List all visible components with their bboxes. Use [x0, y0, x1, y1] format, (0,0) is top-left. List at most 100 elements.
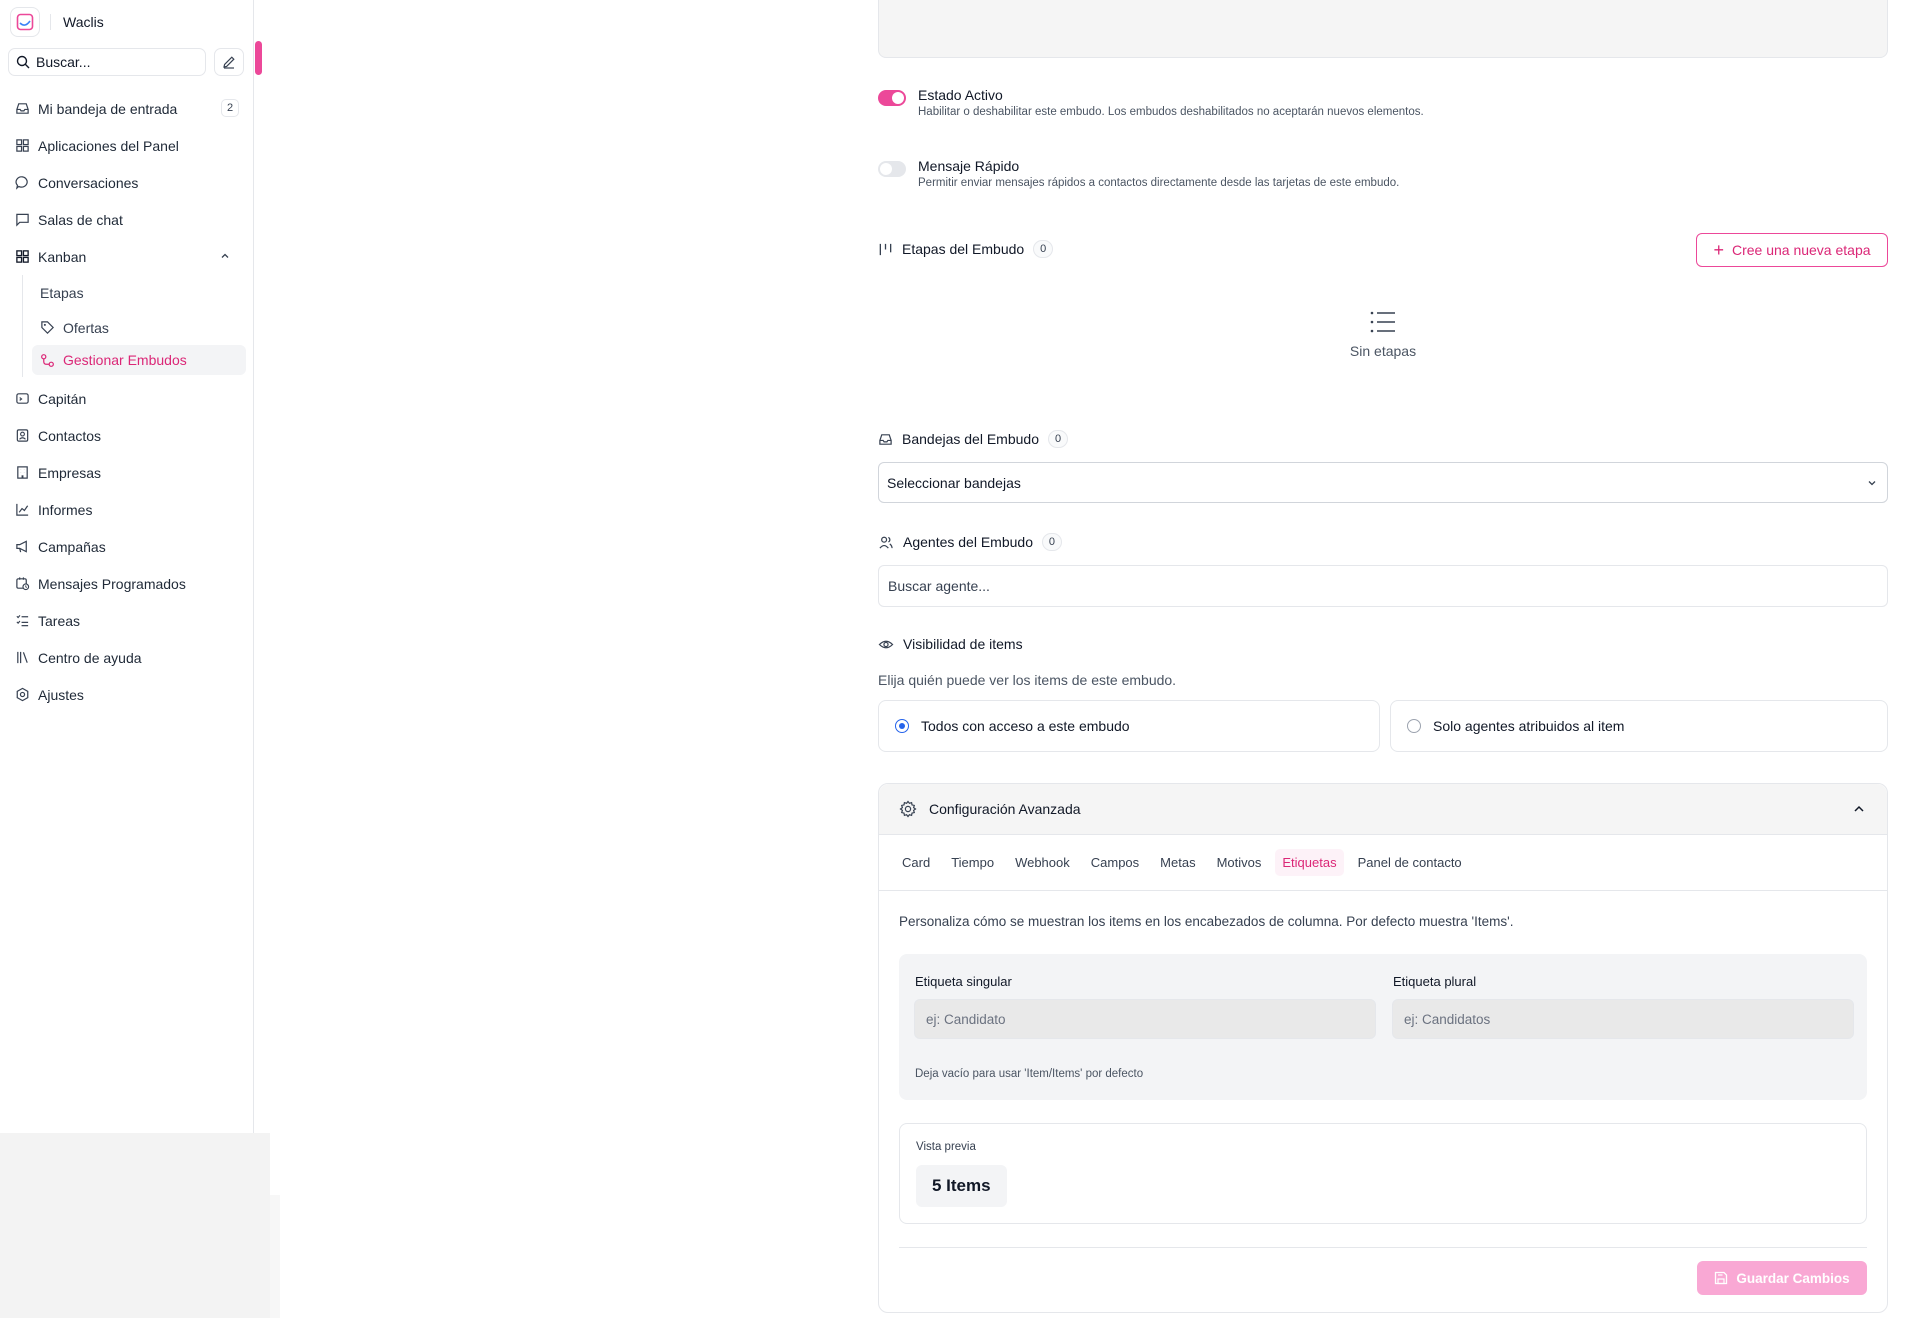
preview-label: Vista previa [916, 1141, 976, 1153]
agent-search-input[interactable] [878, 565, 1888, 607]
search-placeholder: Buscar... [36, 54, 91, 70]
sidebar-item-settings[interactable]: Ajustes [8, 676, 246, 713]
sidebar-item-label: Informes [38, 501, 93, 518]
sidebar-item-stages[interactable]: Etapas [32, 275, 246, 310]
sidebar-item-help-center[interactable]: Centro de ayuda [8, 639, 246, 676]
plus-icon: + [1713, 240, 1724, 260]
inbox-icon [16, 103, 29, 114]
app-logo[interactable] [10, 7, 40, 37]
eye-icon [878, 640, 894, 648]
inboxes-select[interactable]: Seleccionar bandejas [878, 462, 1888, 503]
singular-label-input[interactable] [914, 999, 1376, 1039]
sidebar-item-label: Ajustes [38, 686, 84, 703]
quick-message-title: Mensaje Rápido [918, 158, 1020, 174]
sidebar-item-campaigns[interactable]: Campañas [8, 528, 246, 565]
captain-icon [16, 393, 29, 404]
chevron-up-icon[interactable] [220, 251, 230, 261]
visibility-desc: Elija quién puede ver los items de este … [878, 672, 1177, 688]
compose-button[interactable] [214, 48, 244, 76]
sidebar-item-contacts[interactable]: Contactos [8, 417, 246, 454]
advanced-config-header[interactable]: Configuración Avanzada [879, 784, 1887, 835]
tab-webhook[interactable]: Webhook [1008, 849, 1077, 876]
sidebar-resize-handle[interactable] [255, 41, 262, 75]
quick-message-row: Mensaje Rápido Permitir enviar mensajes … [878, 158, 1399, 189]
sidebar-item-chat-rooms[interactable]: Salas de chat [8, 201, 246, 238]
sidebar-item-label: Mensajes Programados [38, 575, 186, 592]
apps-grid-icon [16, 139, 29, 152]
sidebar-search[interactable]: Buscar... [8, 48, 206, 76]
sidebar-item-conversations[interactable]: Conversaciones [8, 164, 246, 201]
tab-card[interactable]: Card [895, 849, 937, 876]
inboxes-count-badge: 0 [1048, 430, 1068, 448]
kanban-subnav: Etapas Ofertas Gestionar Embudos [22, 275, 246, 377]
contacts-icon [16, 429, 29, 442]
labels-description: Personaliza cómo se muestran los items e… [899, 914, 1514, 929]
stages-columns-icon [879, 243, 892, 255]
stages-title: Etapas del Embudo [902, 241, 1025, 257]
sidebar-item-tasks[interactable]: Tareas [8, 602, 246, 639]
sidebar-item-label: Salas de chat [38, 211, 123, 228]
visibility-header: Visibilidad de items [878, 636, 1023, 652]
tag-icon [41, 321, 54, 334]
stages-header: Etapas del Embudo 0 [878, 240, 1054, 258]
singular-label-title: Etiqueta singular [915, 974, 1012, 989]
visibility-option-all[interactable]: Todos con acceso a este embudo [878, 700, 1380, 752]
tab-etiquetas[interactable]: Etiquetas [1275, 849, 1344, 876]
sidebar-item-apps[interactable]: Aplicaciones del Panel [8, 127, 246, 164]
label-fields-panel: Etiqueta singular Etiqueta plural Deja v… [899, 954, 1867, 1100]
sidebar-item-manage-funnels[interactable]: Gestionar Embudos [32, 345, 246, 375]
advanced-divider [899, 1247, 1867, 1248]
active-state-toggle[interactable] [878, 90, 906, 106]
tab-campos[interactable]: Campos [1084, 849, 1146, 876]
tab-tiempo[interactable]: Tiempo [944, 849, 1001, 876]
preview-panel: Vista previa 5 Items [899, 1123, 1867, 1224]
quick-message-desc: Permitir enviar mensajes rápidos a conta… [918, 177, 1400, 189]
sidebar-item-label: Empresas [38, 464, 102, 481]
sidebar-item-companies[interactable]: Empresas [8, 454, 246, 491]
advanced-tabs: Card Tiempo Webhook Campos Metas Motivos… [879, 835, 1887, 891]
save-changes-button[interactable]: Guardar Cambios [1697, 1261, 1867, 1295]
library-icon [17, 651, 28, 664]
sidebar-item-reports[interactable]: Informes [8, 491, 246, 528]
tab-metas[interactable]: Metas [1153, 849, 1202, 876]
save-icon [1715, 1271, 1728, 1285]
new-stage-label: Cree una nueva etapa [1731, 242, 1871, 258]
sidebar-item-captain[interactable]: Capitán [8, 380, 246, 417]
visibility-option-assigned[interactable]: Solo agentes atribuidos al item [1390, 700, 1888, 752]
tab-motivos[interactable]: Motivos [1210, 849, 1269, 876]
sidebar-item-label: Tareas [38, 612, 81, 629]
sidebar-item-scheduled-messages[interactable]: Mensajes Programados [8, 565, 246, 602]
search-icon [16, 55, 30, 69]
funnel-icon [41, 353, 54, 367]
chart-line-icon [16, 503, 29, 516]
sidebar-item-label: Aplicaciones del Panel [38, 137, 179, 154]
sidebar-item-kanban[interactable]: Kanban [8, 238, 246, 275]
list-icon [1370, 311, 1395, 333]
inbox-count-badge: 2 [221, 99, 239, 117]
plural-label-input[interactable] [1392, 999, 1854, 1039]
label-fields-hint: Deja vacío para usar 'Item/Items' por de… [915, 1068, 1144, 1080]
sidebar-item-label: Kanban [38, 248, 87, 265]
stages-empty-text: Sin etapas [1349, 343, 1417, 359]
new-stage-button[interactable]: + Cree una nueva etapa [1696, 233, 1888, 267]
sidebar-item-inbox[interactable]: Mi bandeja de entrada 2 [8, 90, 246, 127]
active-state-desc: Habilitar o deshabilitar este embudo. Lo… [918, 106, 1424, 118]
inbox-icon [879, 433, 892, 445]
agents-header: Agentes del Embudo 0 [878, 533, 1062, 551]
chat-square-icon [16, 213, 29, 227]
chevron-up-icon[interactable] [1853, 803, 1865, 815]
plural-label-title: Etiqueta plural [1393, 974, 1477, 989]
sidebar-item-label: Capitán [38, 390, 87, 407]
stages-count-badge: 0 [1033, 240, 1054, 258]
quick-message-toggle[interactable] [878, 161, 906, 177]
radio-unchecked[interactable] [1407, 719, 1421, 733]
chat-bubble-icon [15, 176, 28, 190]
sidebar-item-label: Conversaciones [38, 174, 139, 191]
radio-checked[interactable] [895, 719, 909, 733]
sidebar-item-offers[interactable]: Ofertas [32, 310, 246, 345]
sidebar-item-label: Centro de ayuda [38, 649, 142, 666]
tab-panel-de-contacto[interactable]: Panel de contacto [1351, 849, 1469, 876]
sidebar-item-label: Contactos [38, 427, 102, 444]
pencil-icon [223, 56, 235, 69]
sidebar: Waclis Buscar... Mi bandeja de entrada 2 [0, 0, 254, 1318]
